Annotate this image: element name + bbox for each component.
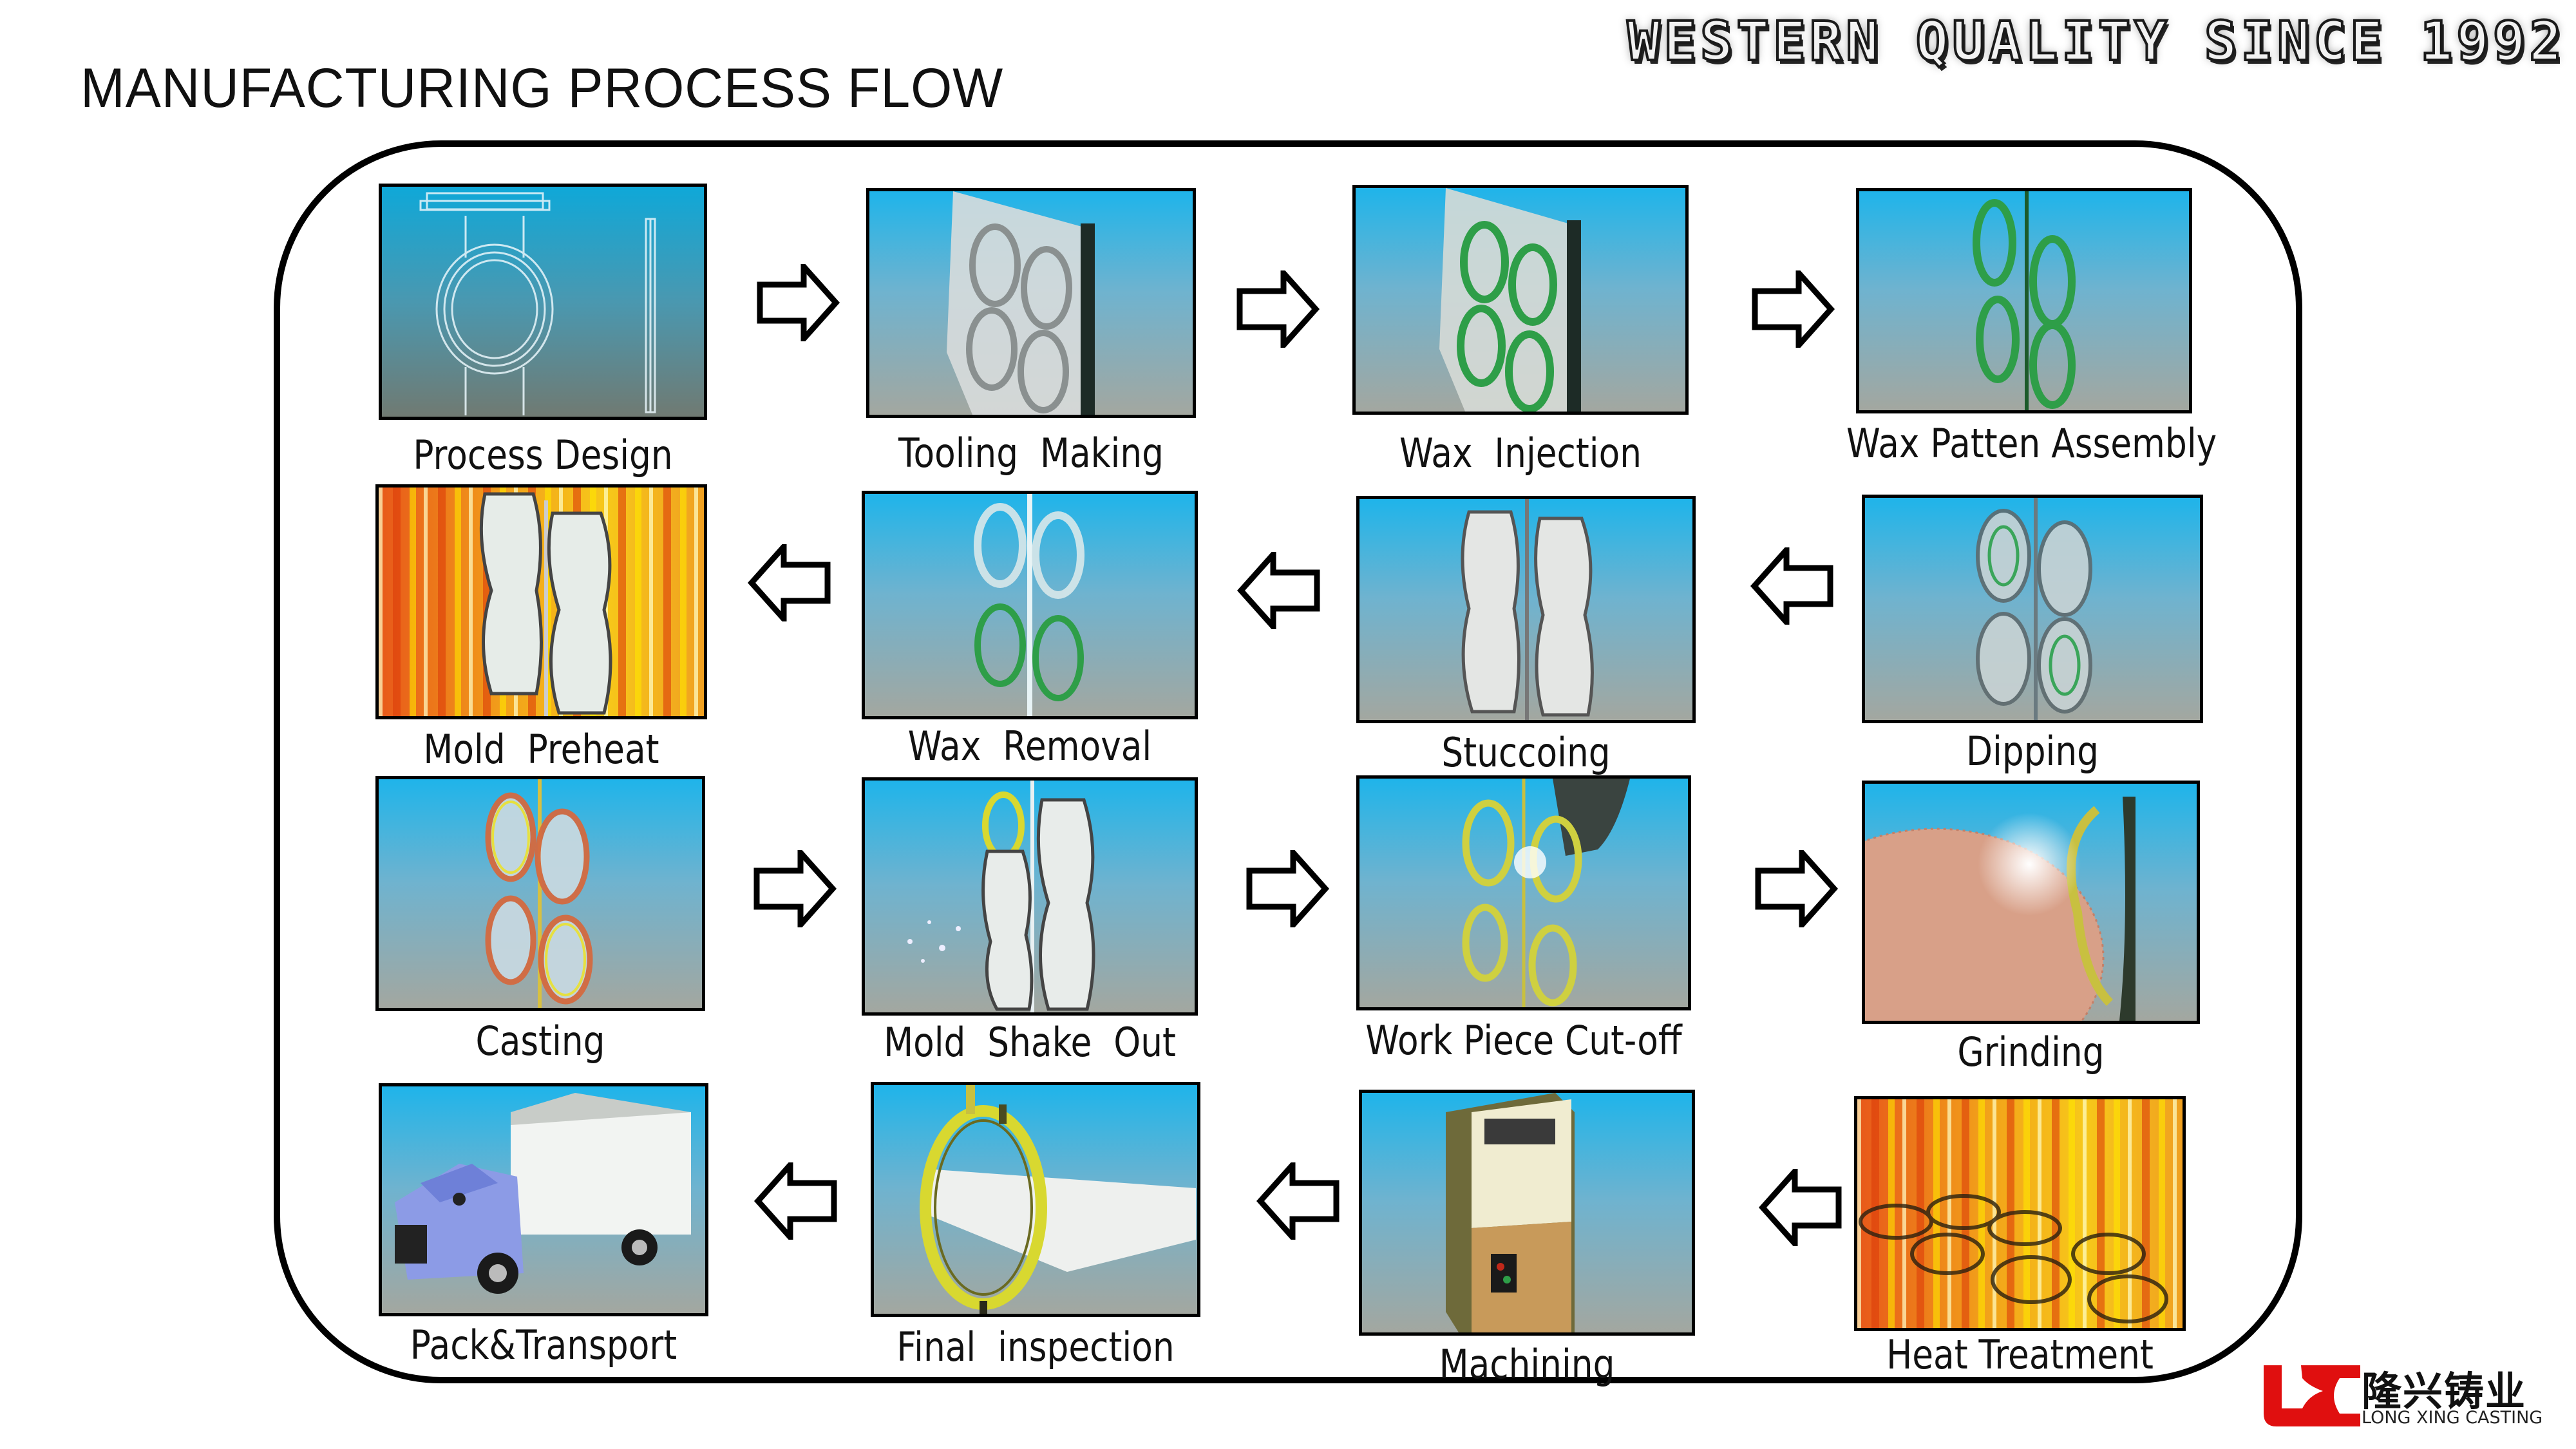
arrow-left-icon <box>1758 1169 1842 1246</box>
step-label: Pack&Transport <box>410 1321 677 1368</box>
step-label: Casting <box>475 1018 605 1065</box>
pack-transport-image <box>379 1083 708 1316</box>
tooling-making-image <box>866 188 1196 418</box>
step-label: Process Design <box>413 431 673 478</box>
work-piece-cut-off-image <box>1356 775 1691 1010</box>
arrow-right-icon <box>1755 850 1839 927</box>
heat-treatment-image <box>1854 1096 2186 1331</box>
step-label: Wax Injection <box>1399 430 1642 477</box>
wax-tree-icon <box>1973 191 2076 410</box>
slogan-word: SINCE <box>2201 8 2391 74</box>
dipping-image <box>1862 495 2203 723</box>
wax-removal-image <box>862 491 1198 719</box>
arrow-left-icon <box>753 1162 837 1240</box>
slogan-word: 1992 <box>2416 8 2570 74</box>
grinding-wheel-icon <box>1865 797 2136 1021</box>
step-label: Grinding <box>1957 1028 2105 1075</box>
step-label: Stuccoing <box>1441 729 1611 776</box>
logo-english-name: LONG XING CASTING <box>2362 1408 2543 1428</box>
step-label: Wax Patten Assembly <box>1846 420 2217 467</box>
metal-filled-shell-icon <box>485 779 593 1008</box>
step-label: Final inspection <box>896 1323 1175 1370</box>
arrow-right-icon <box>1752 270 1835 348</box>
casting-image <box>375 776 705 1011</box>
arrow-left-icon <box>1750 547 1833 625</box>
arrow-right-icon <box>1236 270 1320 348</box>
page-title: MANUFACTURING PROCESS FLOW <box>80 57 1004 119</box>
machining-image <box>1359 1090 1695 1336</box>
mold-shake-out-image <box>862 777 1198 1016</box>
shell-tree-icon <box>974 494 1084 716</box>
arrow-left-icon <box>1256 1162 1340 1240</box>
finished-part-icon <box>920 1085 1196 1314</box>
step-label: Mold Shake Out <box>884 1019 1176 1066</box>
slogan-word: WESTERN <box>1624 8 1886 74</box>
slogan-banner: WESTERN QUALITY SINCE 1992 <box>1624 8 2570 74</box>
arrow-right-icon <box>757 264 840 341</box>
slogan-word: QUALITY <box>1912 8 2175 74</box>
coated-tree-icon <box>1976 498 2092 720</box>
cnc-machine-icon <box>1446 1093 1575 1332</box>
cutting-rings-icon <box>1462 779 1630 1007</box>
stuccoing-image <box>1356 496 1696 723</box>
process-design-image <box>379 184 707 420</box>
company-logo: 隆兴铸业 LONG XING CASTING <box>2264 1359 2566 1430</box>
delivery-truck-icon <box>395 1093 691 1294</box>
step-label: Mold Preheat <box>423 726 659 773</box>
mold-plate-icon <box>947 191 1095 415</box>
lx-logo-mark-icon <box>2264 1365 2360 1426</box>
step-label: Dipping <box>1965 728 2099 775</box>
wax-injection-image <box>1352 185 1689 415</box>
mold-preheat-image <box>375 484 707 719</box>
shell-in-fire-icon <box>479 492 612 716</box>
step-label: Tooling Making <box>898 430 1164 477</box>
step-label: Wax Removal <box>907 723 1152 770</box>
wax-patten-assembly-image <box>1856 188 2192 413</box>
arrow-right-icon <box>1246 850 1330 927</box>
blueprint-icon <box>419 192 656 415</box>
step-label: Heat Treatment <box>1886 1331 2154 1378</box>
grinding-image <box>1862 781 2200 1024</box>
parts-in-furnace-icon <box>1859 1194 2168 1323</box>
stucco-tree-icon <box>1461 499 1594 720</box>
step-label: Machining <box>1439 1341 1615 1388</box>
step-label: Work Piece Cut-off <box>1365 1017 1682 1064</box>
final-inspection-image <box>871 1082 1200 1317</box>
shell-breaking-icon <box>907 781 1095 1012</box>
wax-mold-icon <box>1439 188 1581 412</box>
arrow-left-icon <box>1236 552 1320 629</box>
arrow-right-icon <box>753 850 837 927</box>
arrow-left-icon <box>747 544 831 621</box>
